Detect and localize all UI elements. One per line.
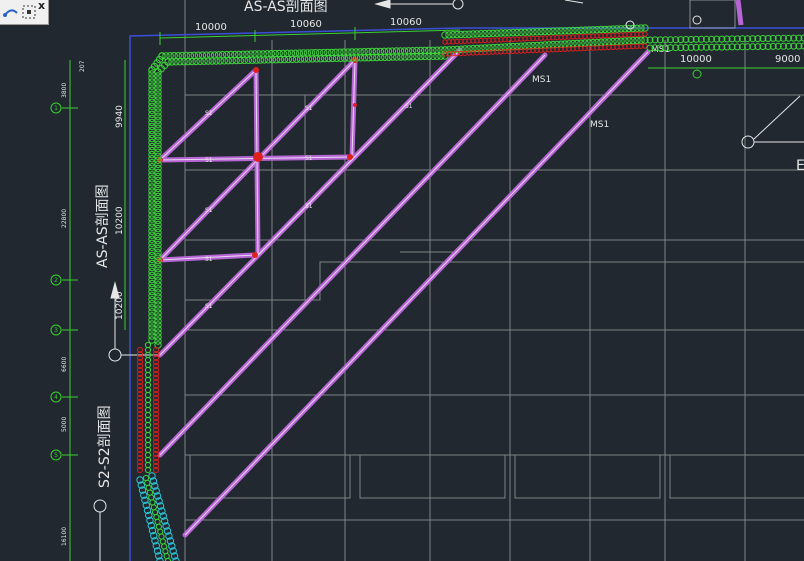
svg-text:E: E [796, 158, 804, 174]
dim-left-2: 10200 [115, 206, 125, 235]
pile [144, 456, 152, 464]
dim-top-4: 10000 [680, 54, 712, 65]
pile [144, 401, 152, 409]
dim-top-5: 9000 [775, 54, 800, 65]
dim-axis-3: 22800 [61, 209, 68, 228]
dim-axis-6: 16100 [61, 527, 68, 546]
pile [144, 371, 152, 379]
brace-label: S1 [205, 110, 213, 117]
brace-label: S1 [305, 203, 313, 210]
section-title-top: AS-AS剖面图 [244, 0, 328, 15]
ms-label: MS1 [532, 75, 551, 85]
pile [144, 356, 152, 364]
dim-top-3: 10060 [390, 17, 422, 28]
pile [162, 548, 169, 555]
brace-centerlines [159, 49, 649, 536]
site-boundary [129, 27, 804, 561]
selection-icon[interactable] [20, 3, 38, 21]
brace-label: S1 [205, 303, 213, 310]
dimension-lines [62, 27, 804, 561]
axis-bubble-labels: 1 2 3 4 5 [54, 105, 58, 459]
pile [144, 416, 152, 424]
pile [154, 518, 161, 526]
brace-label: S1 [205, 256, 213, 263]
pile [144, 441, 152, 449]
pile [144, 386, 152, 394]
pile [149, 499, 156, 506]
pile [144, 376, 152, 384]
axis-label: 3 [54, 327, 58, 334]
brace-label: S1 [205, 207, 213, 214]
pile [144, 361, 152, 369]
pile [144, 451, 152, 459]
dim-top-2: 10060 [290, 19, 322, 30]
pile [159, 538, 166, 545]
pile [158, 533, 165, 540]
pile [142, 474, 150, 482]
pile [144, 421, 152, 429]
pile [144, 446, 152, 454]
pile [163, 553, 170, 560]
brace-members [157, 47, 651, 538]
section-markers: E [93, 0, 804, 561]
pile [144, 466, 152, 474]
brace-label: S1 [305, 155, 313, 162]
pile [144, 346, 152, 354]
dim-axis-4: 6600 [61, 357, 68, 372]
axis-label: 1 [54, 105, 58, 112]
axis-label: 5 [54, 452, 58, 459]
dim-axis-5: 5000 [61, 417, 68, 432]
pile [144, 341, 152, 349]
pile [148, 494, 155, 501]
section-title-left: AS-AS剖面图 [95, 184, 111, 268]
axis-label: 4 [54, 394, 58, 401]
brace-label: S1 [405, 103, 413, 110]
pile [150, 504, 157, 511]
pile [144, 479, 151, 486]
close-toolbar-button[interactable]: x [38, 0, 45, 12]
pile [155, 523, 162, 530]
pile [144, 391, 152, 399]
pile [144, 436, 152, 444]
pile [152, 509, 159, 516]
pile [144, 381, 152, 389]
pile [157, 528, 164, 535]
pile [144, 461, 152, 469]
pile [146, 489, 153, 496]
pile [144, 431, 152, 439]
pan-icon[interactable] [2, 3, 20, 21]
building-grid [184, 0, 804, 561]
section-title-s2: S2-S2剖面图 [97, 405, 113, 488]
ms-label: MS1 [590, 120, 609, 130]
pile [144, 406, 152, 414]
pile [144, 366, 152, 374]
pile [144, 411, 152, 419]
brace-label: S1 [205, 157, 213, 164]
brace-label: S1 [305, 105, 313, 112]
pile [144, 396, 152, 404]
dim-left-1: 9940 [115, 105, 125, 128]
ms-labels: MS1 MS1 MS1 [532, 45, 670, 130]
pile [144, 426, 152, 434]
floating-toolbar: x [0, 0, 49, 25]
dim-top-1: 10000 [195, 22, 227, 33]
dim-axis-1: 207 [79, 60, 86, 72]
dim-axis-2: 3800 [61, 83, 68, 98]
axis-label: 2 [54, 277, 58, 284]
cad-drawing-canvas[interactable]: 1 2 3 4 5 10000 10060 10060 10000 9000 9… [0, 0, 804, 561]
